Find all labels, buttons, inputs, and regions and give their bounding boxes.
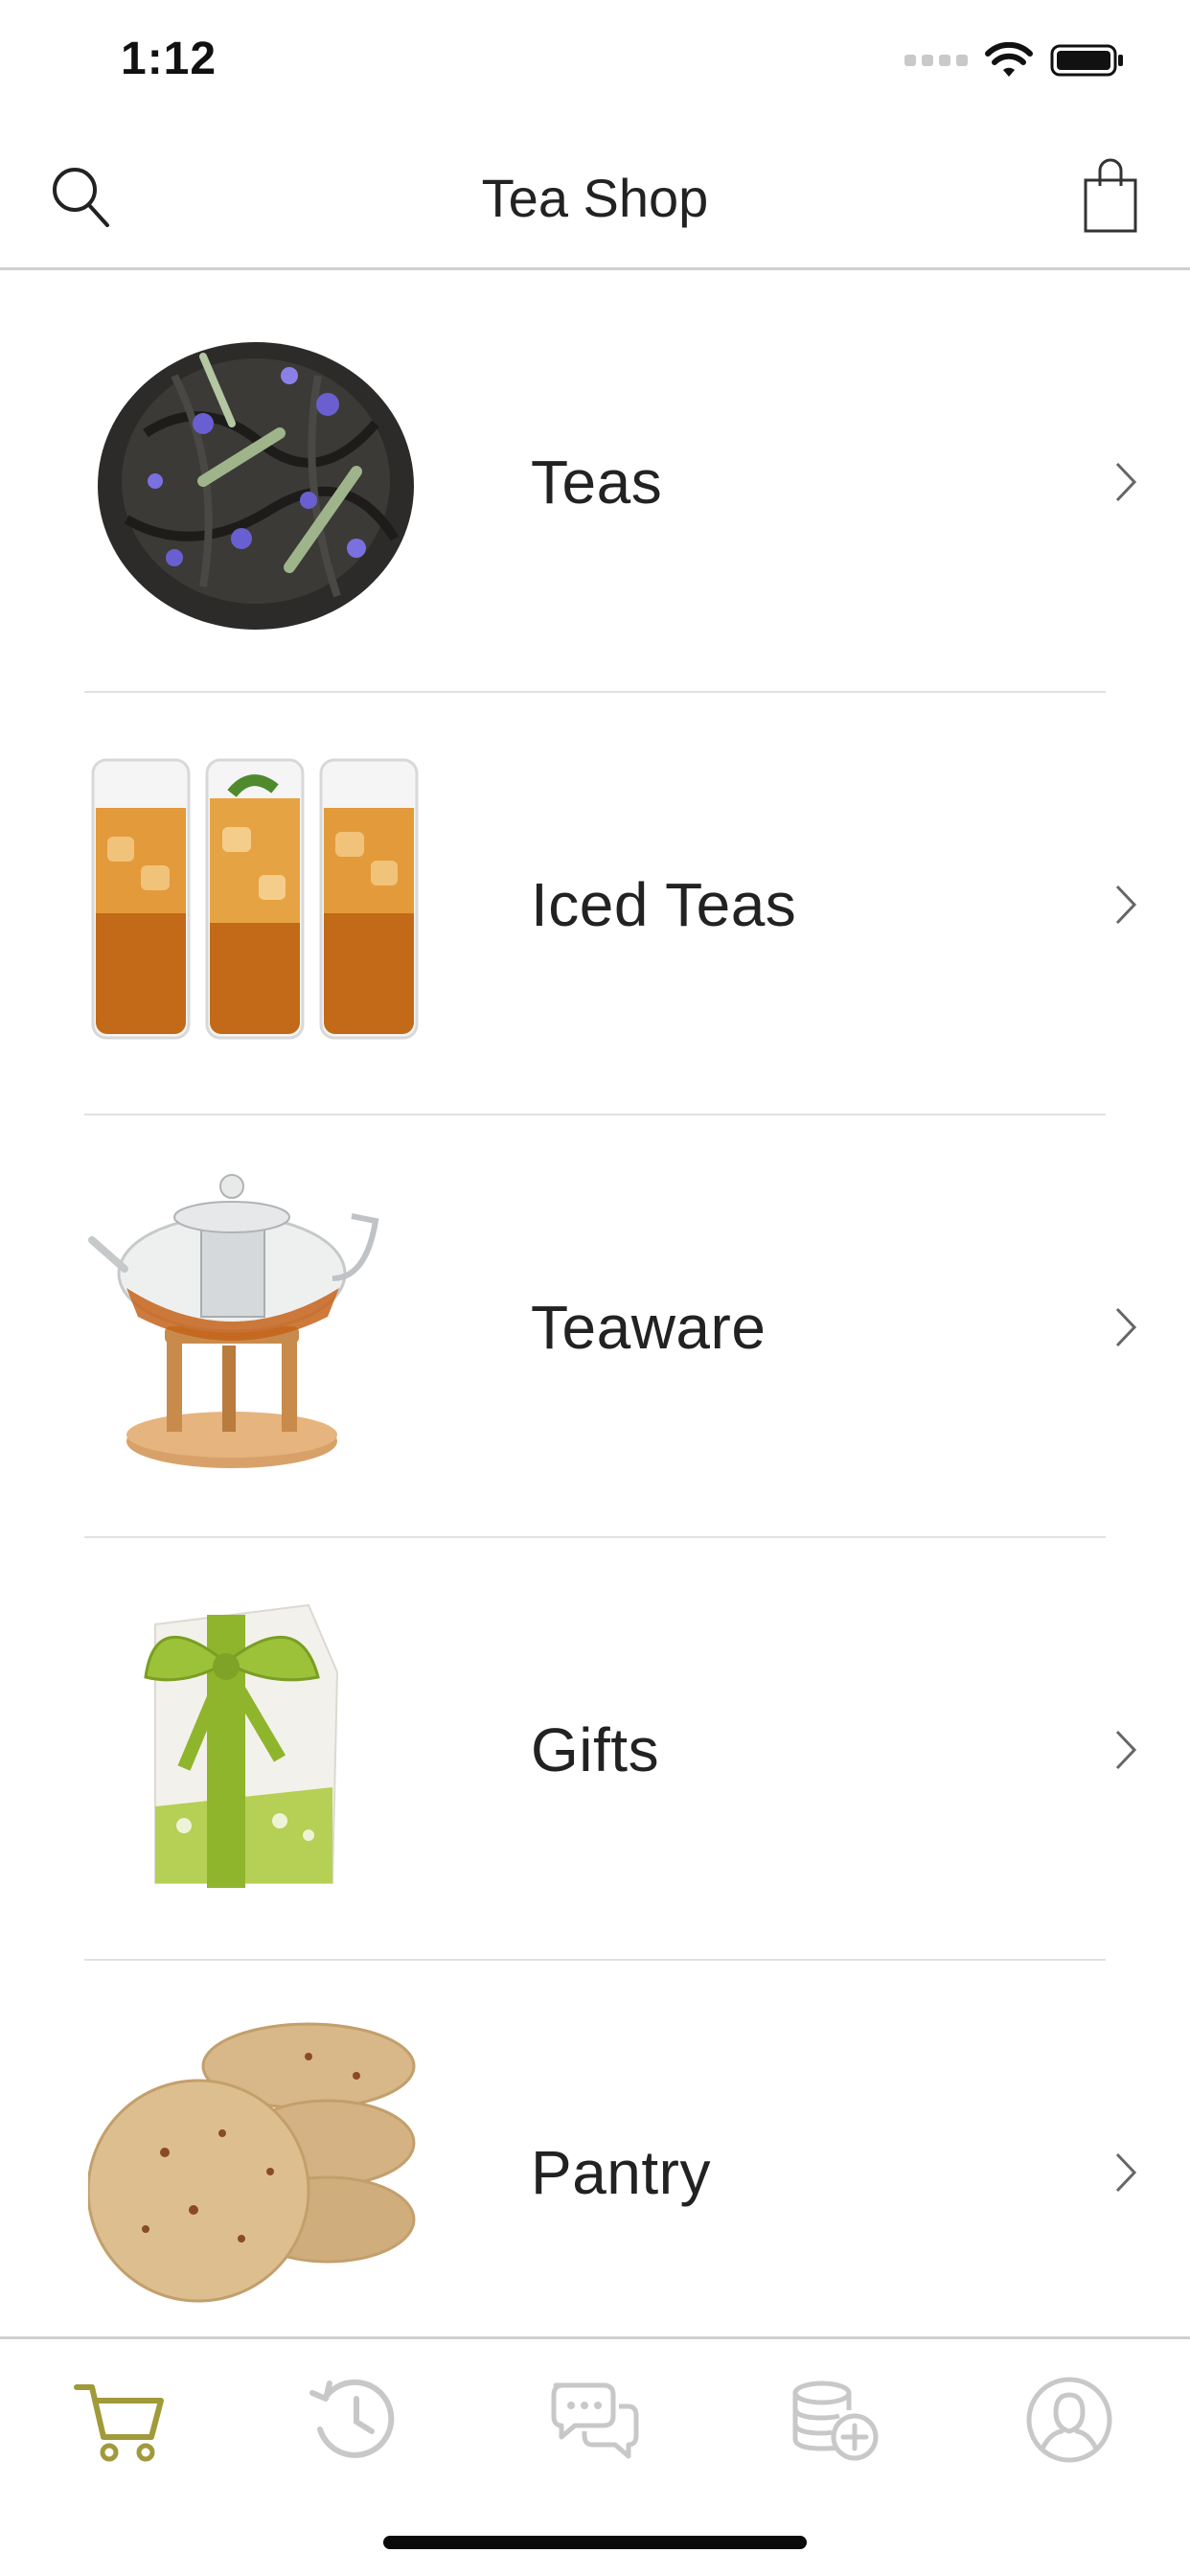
category-row-teaware[interactable]: Teaware bbox=[0, 1116, 1190, 1538]
category-label: Teaware bbox=[531, 1293, 767, 1362]
battery-icon bbox=[1050, 44, 1123, 77]
gift-box-image bbox=[144, 1603, 339, 1888]
iced-tea-glasses-image bbox=[91, 758, 419, 1040]
shopping-bag-icon[interactable] bbox=[1083, 157, 1138, 234]
category-label: Iced Teas bbox=[531, 870, 797, 939]
category-row-teas[interactable]: Teas bbox=[0, 270, 1190, 693]
status-bar: 1:12 bbox=[0, 0, 1190, 126]
category-label: Pantry bbox=[531, 2138, 711, 2207]
status-indicators bbox=[904, 42, 1125, 79]
page-title: Tea Shop bbox=[481, 168, 709, 228]
cookies-image bbox=[88, 2022, 416, 2303]
loose-leaf-tea-image bbox=[98, 342, 414, 630]
chevron-right-icon bbox=[1115, 462, 1137, 502]
category-row-gifts[interactable]: Gifts bbox=[0, 1538, 1190, 1961]
category-row-pantry[interactable]: Pantry bbox=[0, 1961, 1190, 2383]
category-list: Teas Iced Teas Teaware Gifts Pantry bbox=[0, 270, 1190, 2383]
category-label: Gifts bbox=[531, 1715, 660, 1784]
chevron-right-icon bbox=[1115, 885, 1137, 925]
status-time: 1:12 bbox=[121, 34, 217, 84]
coins-plus-icon[interactable] bbox=[786, 2372, 881, 2468]
navigation-bar: Tea Shop bbox=[0, 126, 1190, 270]
chevron-right-icon bbox=[1115, 1730, 1137, 1770]
user-profile-icon[interactable] bbox=[1021, 2372, 1117, 2468]
wifi-icon bbox=[985, 42, 1033, 77]
history-icon[interactable] bbox=[307, 2372, 402, 2468]
chevron-right-icon bbox=[1115, 2152, 1137, 2193]
home-indicator[interactable] bbox=[383, 2536, 807, 2549]
cellular-signal-icon bbox=[904, 55, 968, 66]
category-label: Teas bbox=[531, 448, 663, 517]
cart-icon[interactable] bbox=[71, 2372, 167, 2468]
chat-bubbles-icon[interactable] bbox=[546, 2372, 642, 2468]
glass-teapot-warmer-image bbox=[88, 1174, 379, 1468]
chevron-right-icon bbox=[1115, 1307, 1137, 1347]
category-row-iced-teas[interactable]: Iced Teas bbox=[0, 693, 1190, 1116]
